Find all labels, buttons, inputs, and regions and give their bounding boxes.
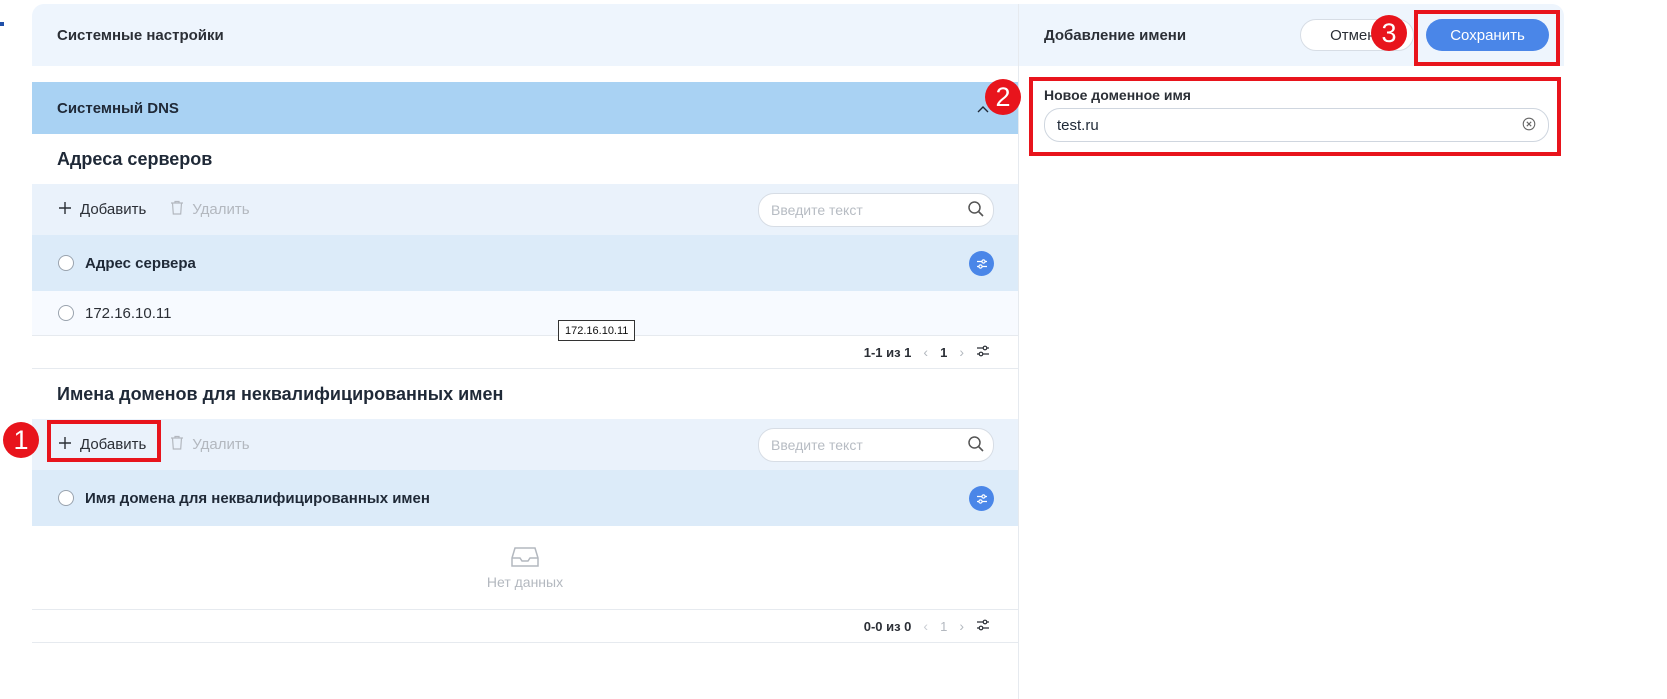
servers-toolbar: Добавить Удалить (32, 184, 1018, 235)
delete-server-button[interactable]: Удалить (168, 199, 250, 220)
column-settings-icon[interactable] (969, 486, 994, 511)
pagination-range: 0-0 из 0 (863, 618, 912, 634)
domain-name-field[interactable] (1044, 108, 1549, 142)
servers-section-title: Адреса серверов (57, 148, 213, 169)
server-address: 172.16.10.11 (85, 304, 172, 322)
dns-section-title: Системный DNS (57, 99, 179, 117)
clear-icon[interactable] (1522, 117, 1536, 131)
table-row[interactable]: 172.16.10.11 (32, 291, 1018, 336)
add-name-panel: Добавление имени Отмена Сохранить Новое … (1018, 4, 1564, 699)
panel-title: Добавление имени (1044, 26, 1187, 44)
column-header: Имя домена для неквалифицированных имен (85, 489, 430, 507)
domains-section-title: Имена доменов для неквалифицированных им… (57, 383, 504, 404)
page-number[interactable]: 1 (940, 345, 947, 360)
prev-page-icon[interactable]: ‹ (923, 618, 928, 634)
next-page-icon[interactable]: › (959, 344, 964, 360)
select-all-checkbox[interactable] (58, 490, 74, 506)
domains-toolbar: Добавить Удалить (32, 419, 1018, 470)
column-header: Адрес сервера (85, 254, 196, 272)
delete-label: Удалить (192, 436, 250, 453)
search-icon[interactable] (967, 435, 985, 453)
add-server-button[interactable]: Добавить (56, 199, 146, 220)
pagination-range: 1-1 из 1 (863, 344, 912, 360)
add-label: Добавить (80, 201, 147, 218)
add-label: Добавить (80, 436, 147, 453)
domain-name-input[interactable] (1045, 115, 1499, 135)
trash-icon (168, 434, 186, 455)
prev-page-icon[interactable]: ‹ (923, 344, 928, 360)
inbox-icon (511, 546, 539, 567)
edge-mark (0, 22, 4, 26)
domains-search[interactable] (758, 428, 994, 462)
domains-pagination: 0-0 из 0 ‹ 1 › (32, 610, 1018, 643)
servers-search-input[interactable] (759, 201, 963, 219)
pagination-settings-icon[interactable] (976, 619, 990, 634)
system-settings-panel: Системные настройки Системный DNS Адреса… (32, 4, 1018, 699)
pagination-settings-icon[interactable] (976, 345, 990, 360)
add-name-header: Добавление имени Отмена Сохранить (1019, 4, 1564, 66)
servers-pagination: 1-1 из 1 ‹ 1 › (32, 336, 1018, 369)
delete-domain-button[interactable]: Удалить (168, 434, 250, 455)
annotation-badge-2: 2 (985, 79, 1021, 115)
panel-title: Системные настройки (32, 4, 1018, 66)
servers-search[interactable] (758, 193, 994, 227)
delete-label: Удалить (192, 201, 250, 218)
plus-icon (56, 199, 74, 220)
search-icon[interactable] (967, 200, 985, 218)
row-checkbox[interactable] (58, 305, 74, 321)
dns-section-header[interactable]: Системный DNS (32, 82, 1018, 134)
domains-search-input[interactable] (759, 436, 963, 454)
empty-state: Нет данных (32, 526, 1018, 610)
empty-text: Нет данных (486, 573, 564, 590)
select-all-checkbox[interactable] (58, 255, 74, 271)
annotation-badge-3: 3 (1371, 15, 1407, 51)
trash-icon (168, 199, 186, 220)
save-button[interactable]: Сохранить (1426, 19, 1549, 51)
plus-icon (56, 434, 74, 455)
add-domain-button[interactable]: Добавить (56, 434, 146, 455)
page-number[interactable]: 1 (940, 619, 947, 634)
servers-table-header: Адрес сервера (32, 235, 1018, 291)
annotation-badge-1: 1 (3, 422, 39, 458)
domains-table-header: Имя домена для неквалифицированных имен (32, 470, 1018, 526)
column-settings-icon[interactable] (969, 251, 994, 276)
next-page-icon[interactable]: › (959, 618, 964, 634)
tooltip: 172.16.10.11 (558, 320, 636, 341)
field-label: Новое доменное имя (1044, 87, 1191, 103)
